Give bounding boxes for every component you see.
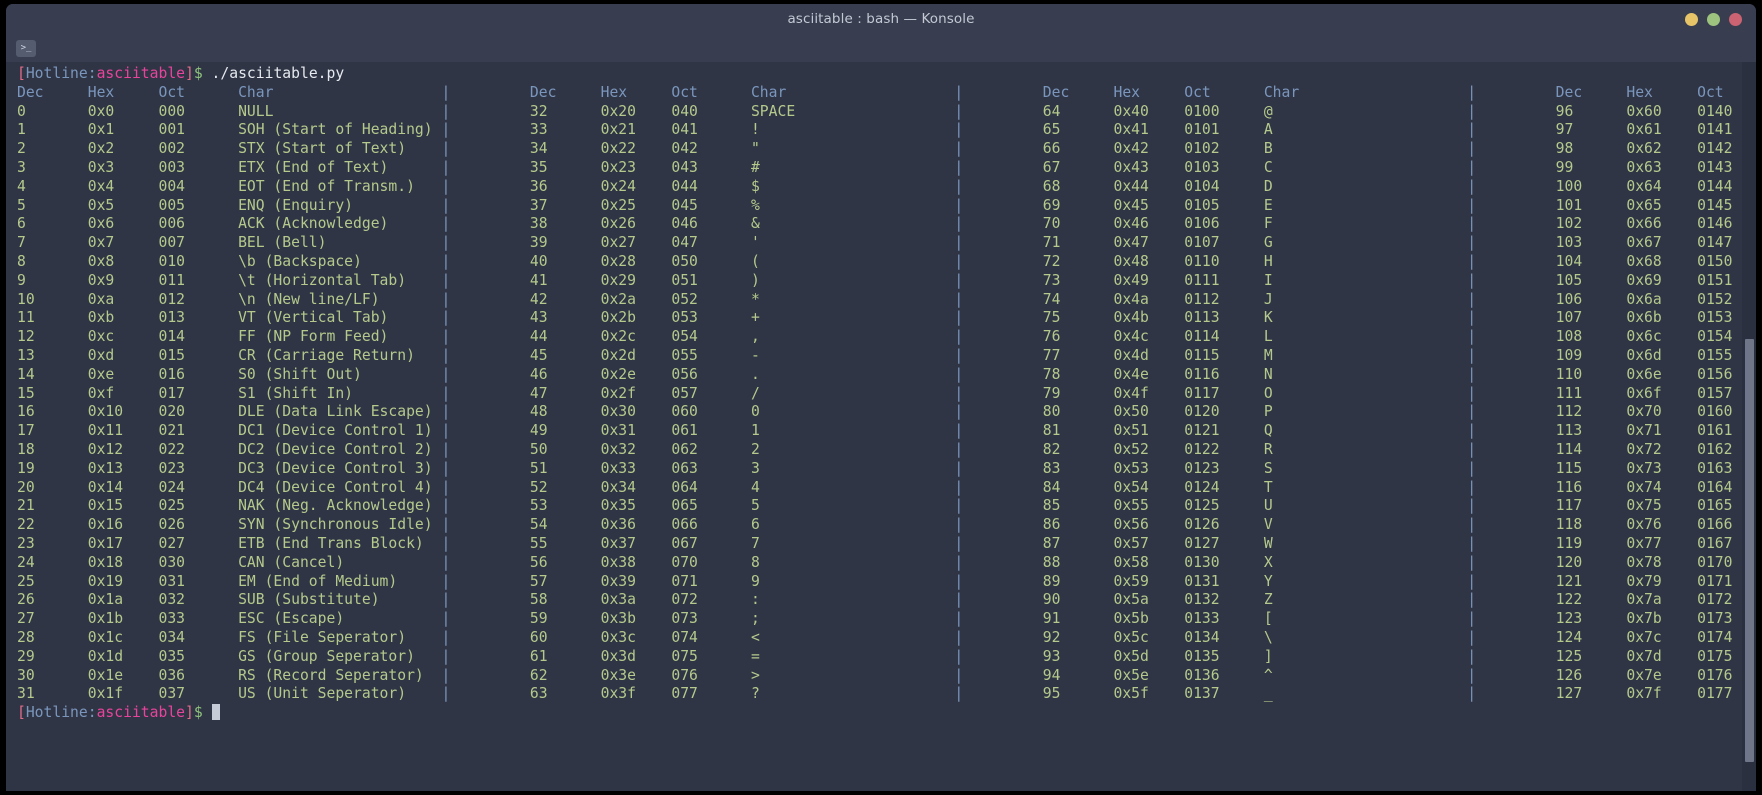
terminal-output[interactable]: [Hotline:asciitable]$ ./asciitable.py De…: [6, 62, 1742, 791]
scrollbar-thumb[interactable]: [1745, 339, 1754, 762]
tab-strip: >_: [6, 34, 1756, 62]
scrollbar[interactable]: [1742, 62, 1756, 791]
terminal-viewport[interactable]: [Hotline:asciitable]$ ./asciitable.py De…: [6, 62, 1756, 791]
minimize-button[interactable]: [1685, 12, 1698, 26]
title-bar[interactable]: asciitable : bash — Konsole: [6, 4, 1756, 34]
konsole-window: asciitable : bash — Konsole >_ [Hotline:…: [6, 4, 1756, 791]
maximize-button[interactable]: [1707, 12, 1720, 26]
terminal-icon[interactable]: >_: [16, 39, 36, 57]
close-button[interactable]: [1729, 12, 1742, 26]
window-controls: [1685, 4, 1742, 34]
window-title: asciitable : bash — Konsole: [787, 11, 975, 27]
terminal-cursor: [211, 704, 221, 721]
